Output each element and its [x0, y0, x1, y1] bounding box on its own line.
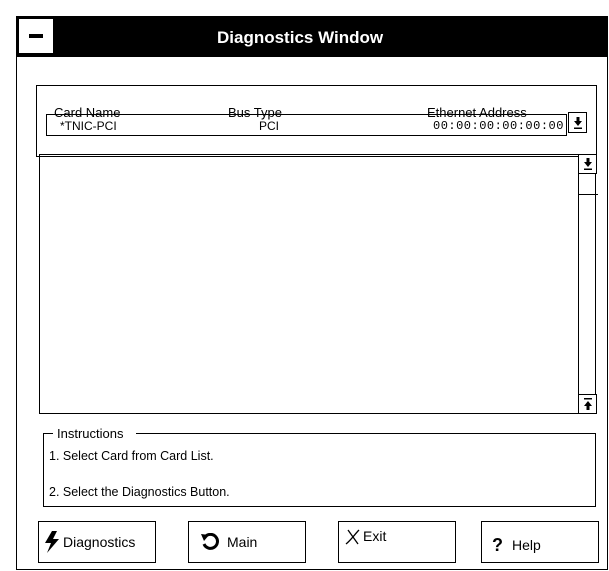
card-dropdown-button[interactable]: [568, 112, 587, 133]
x-cross-icon: [345, 529, 360, 545]
lightning-bolt-icon: [45, 531, 59, 553]
exit-button[interactable]: Exit: [338, 521, 456, 563]
card-list-panel: Card Name Bus Type Ethernet Address *TNI…: [36, 85, 597, 157]
system-menu-button[interactable]: [19, 19, 53, 53]
scroll-up-bottom-button[interactable]: [578, 394, 597, 414]
ethernet-address-value: 00:00:00:00:00:00: [433, 119, 564, 133]
instructions-group: Instructions 1. Select Card from Card Li…: [43, 426, 596, 507]
question-mark-icon: ?: [492, 535, 503, 555]
arrow-down-to-line-icon: [573, 116, 582, 129]
card-select-row[interactable]: *TNIC-PCI PCI 00:00:00:00:00:00: [46, 114, 567, 136]
instructions-legend: Instructions: [53, 426, 137, 441]
help-button[interactable]: ? Help: [481, 521, 599, 563]
minus-icon: [29, 34, 43, 38]
vertical-scrollbar[interactable]: [578, 154, 598, 414]
title-bar: Diagnostics Window: [17, 17, 607, 57]
window-title: Diagnostics Window: [217, 28, 384, 47]
diagnostics-results-area[interactable]: [39, 154, 598, 414]
help-button-label: Help: [512, 537, 541, 553]
main-button-label: Main: [227, 534, 258, 550]
scrollbar-thumb-line[interactable]: [578, 194, 598, 195]
instruction-line-2: 2. Select the Diagnostics Button.: [49, 485, 230, 499]
arrow-up-to-line-icon: [583, 398, 592, 410]
diagnostics-button-label: Diagnostics: [63, 534, 136, 550]
diagnostics-button[interactable]: Diagnostics: [38, 521, 156, 563]
card-name-value: *TNIC-PCI: [60, 119, 117, 133]
instruction-line-1: 1. Select Card from Card List.: [49, 449, 214, 463]
bus-type-value: PCI: [259, 119, 280, 133]
undo-arrow-icon: [201, 533, 219, 550]
scroll-down-top-button[interactable]: [578, 154, 597, 174]
arrow-down-to-line-icon: [583, 158, 592, 170]
main-button[interactable]: Main: [188, 521, 306, 563]
exit-button-label: Exit: [363, 528, 387, 544]
